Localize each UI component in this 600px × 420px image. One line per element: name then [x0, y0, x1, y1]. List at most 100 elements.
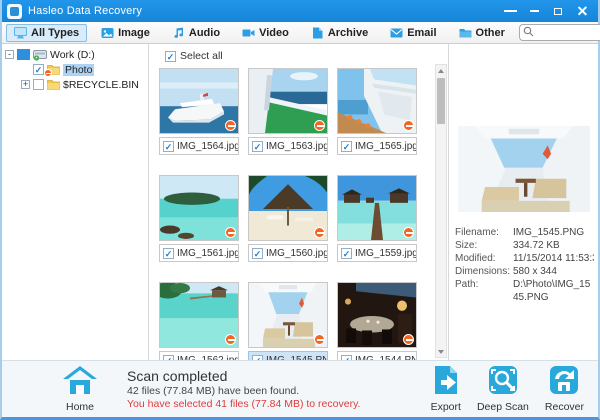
detail-label: Modified:: [455, 252, 513, 265]
archive-file-icon: [311, 27, 324, 39]
file-checkbox[interactable]: ✓: [163, 141, 174, 152]
tab-email[interactable]: Email: [382, 24, 444, 42]
tree-node-recycle-bin[interactable]: + $RECYCLE.BIN: [2, 77, 148, 92]
minimize-button[interactable]: [524, 2, 544, 20]
thumbnail-image[interactable]: [159, 175, 239, 241]
thumbnail-image[interactable]: [248, 175, 328, 241]
file-label[interactable]: ✓ IMG_1562.jpg: [159, 351, 239, 360]
file-label[interactable]: ✓ IMG_1563.jpg: [248, 137, 328, 155]
file-item[interactable]: ✓ IMG_1564.jpg: [159, 68, 239, 155]
tab-audio[interactable]: Audio: [164, 24, 228, 42]
tab-all-types[interactable]: All Types: [6, 24, 87, 42]
file-item[interactable]: ✓ IMG_1565.jpg: [337, 68, 417, 155]
scrollbar-thumb[interactable]: [437, 78, 445, 124]
thumbnail-image[interactable]: [337, 282, 417, 348]
tab-image[interactable]: Image: [93, 24, 158, 42]
file-details: Filename: IMG_1545.PNG Size: 334.72 KB M…: [449, 226, 598, 304]
deep-scan-button[interactable]: Deep Scan: [477, 365, 529, 413]
home-label: Home: [66, 401, 94, 413]
tab-other[interactable]: Other: [451, 24, 513, 42]
maximize-button[interactable]: [548, 2, 568, 20]
select-all-row: ✓ Select all: [165, 48, 448, 64]
detail-row: Dimensions: 580 x 344: [455, 265, 594, 278]
video-camera-icon: [242, 27, 255, 39]
status-bar: Home Scan completed 42 files (77.84 MB) …: [2, 360, 598, 417]
scan-selected-text: You have selected 41 files (77.84 MB) to…: [127, 398, 360, 410]
thumbnail-image[interactable]: [337, 175, 417, 241]
deep-scan-icon: [488, 365, 518, 400]
photo-checkbox[interactable]: ✓: [33, 64, 44, 75]
deleted-badge-icon: [403, 227, 414, 238]
file-label[interactable]: ✓ IMG_1559.jpg: [337, 244, 417, 262]
file-checkbox[interactable]: ✓: [252, 141, 263, 152]
thumbnail-image[interactable]: [159, 68, 239, 134]
monitor-icon: [14, 27, 27, 39]
file-checkbox[interactable]: ✓: [163, 248, 174, 259]
export-button[interactable]: Export: [431, 365, 461, 413]
file-checkbox[interactable]: ✓: [341, 355, 352, 361]
tree-node-photo[interactable]: ✓ Photo: [2, 62, 148, 77]
file-checkbox[interactable]: ✓: [252, 355, 263, 361]
file-label[interactable]: ✓ IMG_1560.jpg: [248, 244, 328, 262]
file-name: IMG_1561.jpg: [177, 248, 239, 259]
home-button[interactable]: Home: [57, 366, 103, 413]
search-icon: [523, 24, 534, 42]
thumbnail-image[interactable]: [248, 68, 328, 134]
file-label[interactable]: ✓ IMG_1561.jpg: [159, 244, 239, 262]
envelope-icon: [390, 27, 403, 39]
home-icon: [63, 366, 97, 400]
file-name: IMG_1560.jpg: [266, 248, 328, 259]
thumbnail-image[interactable]: [337, 68, 417, 134]
tree-node-work-drive[interactable]: - Work (D:): [2, 47, 148, 62]
tab-video[interactable]: Video: [234, 24, 297, 42]
select-all-label: Select all: [180, 50, 223, 62]
file-name: IMG_1545.PNG: [266, 355, 328, 361]
tab-archive[interactable]: Archive: [303, 24, 376, 42]
menu-icon[interactable]: [500, 2, 520, 20]
file-item[interactable]: ✓ IMG_1560.jpg: [248, 175, 328, 262]
detail-label: Dimensions:: [455, 265, 513, 278]
file-checkbox[interactable]: ✓: [341, 248, 352, 259]
thumbnail-grid: ✓ IMG_1564.jpg ✓ IMG_1563.jpg: [159, 68, 448, 360]
file-label[interactable]: ✓ IMG_1565.jpg: [337, 137, 417, 155]
close-button[interactable]: [572, 2, 592, 20]
window-title: Hasleo Data Recovery: [28, 5, 142, 17]
app-icon: [7, 4, 22, 19]
file-checkbox[interactable]: ✓: [341, 141, 352, 152]
file-name: IMG_1562.jpg: [177, 355, 239, 361]
tree-node-label: $RECYCLE.BIN: [63, 79, 139, 91]
recycle-checkbox[interactable]: [33, 79, 44, 90]
button-label: Export: [431, 401, 461, 413]
search-input[interactable]: [534, 27, 600, 38]
file-item[interactable]: ✓ IMG_1544.PNG: [337, 282, 417, 360]
detail-row: Size: 334.72 KB: [455, 239, 594, 252]
file-checkbox[interactable]: ✓: [252, 248, 263, 259]
select-all-checkbox[interactable]: ✓: [165, 51, 176, 62]
thumbnail-image[interactable]: [248, 282, 328, 348]
folder-deleted-icon: [47, 64, 60, 75]
drive-checkbox[interactable]: [17, 49, 30, 60]
expand-icon[interactable]: +: [21, 80, 30, 89]
file-label[interactable]: ✓ IMG_1564.jpg: [159, 137, 239, 155]
folder-icon: [47, 79, 60, 90]
recover-button[interactable]: Recover: [545, 365, 584, 413]
detail-value: 334.72 KB: [513, 239, 594, 252]
file-item[interactable]: ✓ IMG_1562.jpg: [159, 282, 239, 360]
deleted-badge-icon: [403, 120, 414, 131]
scrollbar[interactable]: [435, 64, 447, 358]
preview-image: [458, 126, 590, 212]
file-item[interactable]: ✓ IMG_1563.jpg: [248, 68, 328, 155]
scroll-down-icon[interactable]: [436, 346, 446, 357]
main-content: - Work (D:) ✓ Photo + $RECYCLE.BIN: [2, 44, 598, 360]
file-label[interactable]: ✓ IMG_1544.PNG: [337, 351, 417, 360]
file-item[interactable]: ✓ IMG_1559.jpg: [337, 175, 417, 262]
file-item[interactable]: ✓ IMG_1561.jpg: [159, 175, 239, 262]
file-checkbox[interactable]: ✓: [163, 355, 174, 361]
file-item-selected[interactable]: ✓ IMG_1545.PNG: [248, 282, 328, 360]
detail-row: Path: D:\Photo\IMG_1545.PNG: [455, 278, 594, 304]
collapse-icon[interactable]: -: [5, 50, 14, 59]
button-label: Recover: [545, 401, 584, 413]
thumbnail-image[interactable]: [159, 282, 239, 348]
file-label[interactable]: ✓ IMG_1545.PNG: [248, 351, 328, 360]
scroll-up-icon[interactable]: [436, 65, 446, 76]
